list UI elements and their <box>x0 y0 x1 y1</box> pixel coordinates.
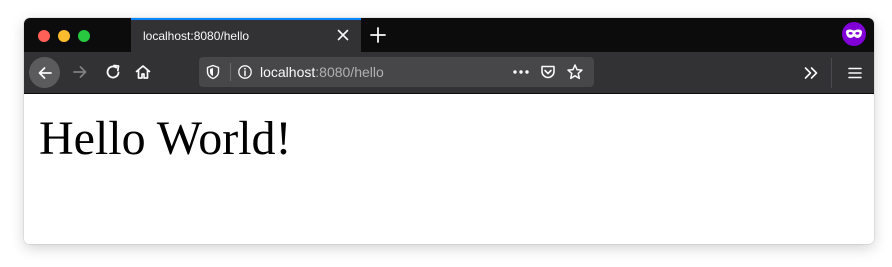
reload-icon <box>106 64 120 79</box>
close-window-button[interactable] <box>38 30 50 42</box>
new-tab-icon[interactable] <box>369 26 387 44</box>
browser-window: localhost:8080/hello localhost:8080/hell… <box>24 18 874 244</box>
url-host: localhost <box>260 64 316 80</box>
page-actions-icon[interactable] <box>511 64 531 80</box>
address-bar[interactable]: localhost:8080/hello <box>199 57 594 87</box>
bookmark-star-icon[interactable] <box>566 63 584 81</box>
active-tab[interactable]: localhost:8080/hello <box>131 18 361 52</box>
forward-arrow-icon <box>73 66 87 78</box>
page-content: Hello World! <box>24 94 874 244</box>
navigation-toolbar: localhost:8080/hello <box>24 52 874 94</box>
reload-button[interactable] <box>99 58 127 86</box>
private-browsing-icon <box>842 22 866 46</box>
page-heading: Hello World! <box>39 112 292 165</box>
minimize-window-button[interactable] <box>58 30 70 42</box>
url-text[interactable]: localhost:8080/hello <box>260 64 384 80</box>
tab-accent-line <box>131 18 361 20</box>
tab-title: localhost:8080/hello <box>143 29 250 43</box>
site-info-icon[interactable] <box>237 64 253 80</box>
hamburger-menu-icon[interactable] <box>846 64 864 82</box>
forward-button[interactable] <box>66 58 94 86</box>
back-button[interactable] <box>29 57 60 88</box>
url-path: :8080/hello <box>315 64 384 80</box>
address-bar-divider <box>230 63 231 81</box>
title-bar: localhost:8080/hello <box>24 18 874 52</box>
toolbar-divider <box>831 58 832 88</box>
home-icon <box>135 65 151 79</box>
pocket-icon[interactable] <box>539 63 557 81</box>
maximize-window-button[interactable] <box>78 30 90 42</box>
home-button[interactable] <box>129 58 157 86</box>
close-tab-icon[interactable] <box>335 27 351 43</box>
tracking-protection-shield-icon[interactable] <box>205 64 221 80</box>
overflow-chevron-icon[interactable] <box>802 64 820 82</box>
back-arrow-icon <box>38 66 52 79</box>
